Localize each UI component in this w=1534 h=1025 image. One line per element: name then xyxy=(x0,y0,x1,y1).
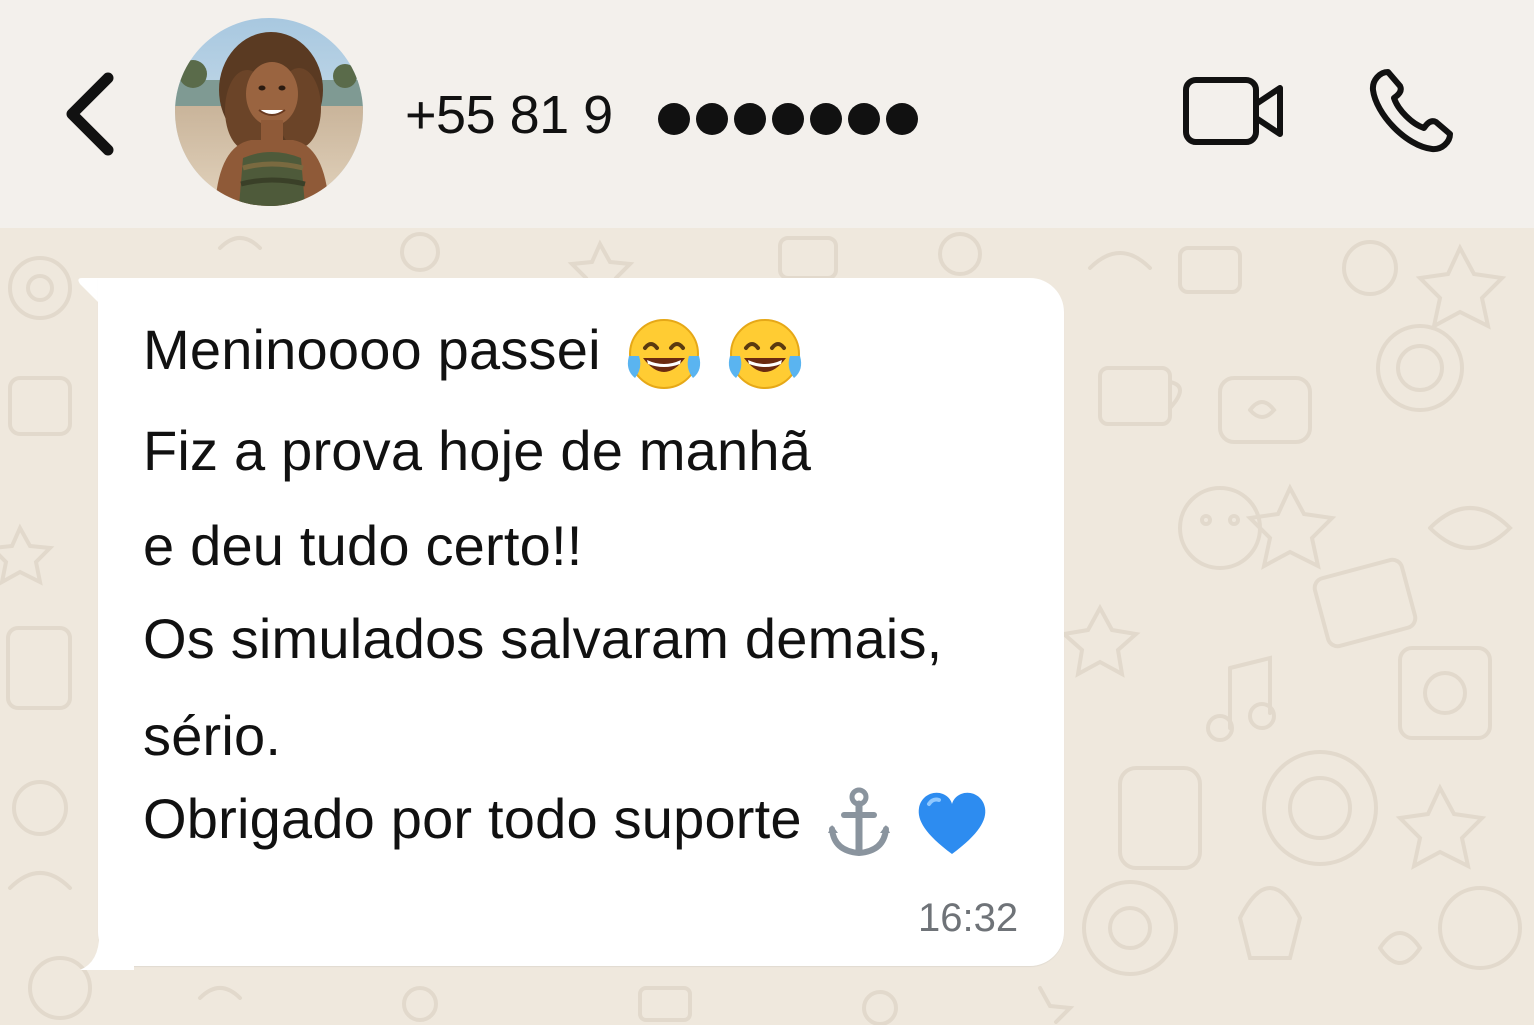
contact-name[interactable]: +55 81 9 xyxy=(405,84,613,146)
tears-of-joy-emoji xyxy=(729,319,802,389)
message-line: Obrigado por todo suporte xyxy=(143,786,989,859)
chat-header: +55 81 9 xyxy=(0,0,1534,228)
bubble-corner xyxy=(80,920,134,970)
message-line: e deu tudo certo!! xyxy=(143,514,583,577)
video-camera-icon xyxy=(1183,77,1283,145)
message-line: Meninoooo passei xyxy=(143,316,804,392)
message-line: sério. xyxy=(143,704,282,767)
message-line: Fiz a prova hoje de manhã xyxy=(143,419,812,482)
avatar-photo xyxy=(175,18,363,206)
anchor-emoji xyxy=(827,787,890,857)
video-call-button[interactable] xyxy=(1176,70,1292,154)
back-button[interactable] xyxy=(56,66,126,162)
message-line: Os simulados salvaram demais, xyxy=(143,607,943,670)
avatar[interactable] xyxy=(175,18,363,206)
blue-heart-emoji xyxy=(919,792,986,855)
voice-call-button[interactable] xyxy=(1360,62,1460,162)
chevron-left-icon xyxy=(66,72,114,156)
message-timestamp: 16:32 xyxy=(918,896,1019,940)
tears-of-joy-emoji xyxy=(627,319,700,389)
phone-icon xyxy=(1369,69,1453,153)
masked-digits xyxy=(658,103,918,135)
